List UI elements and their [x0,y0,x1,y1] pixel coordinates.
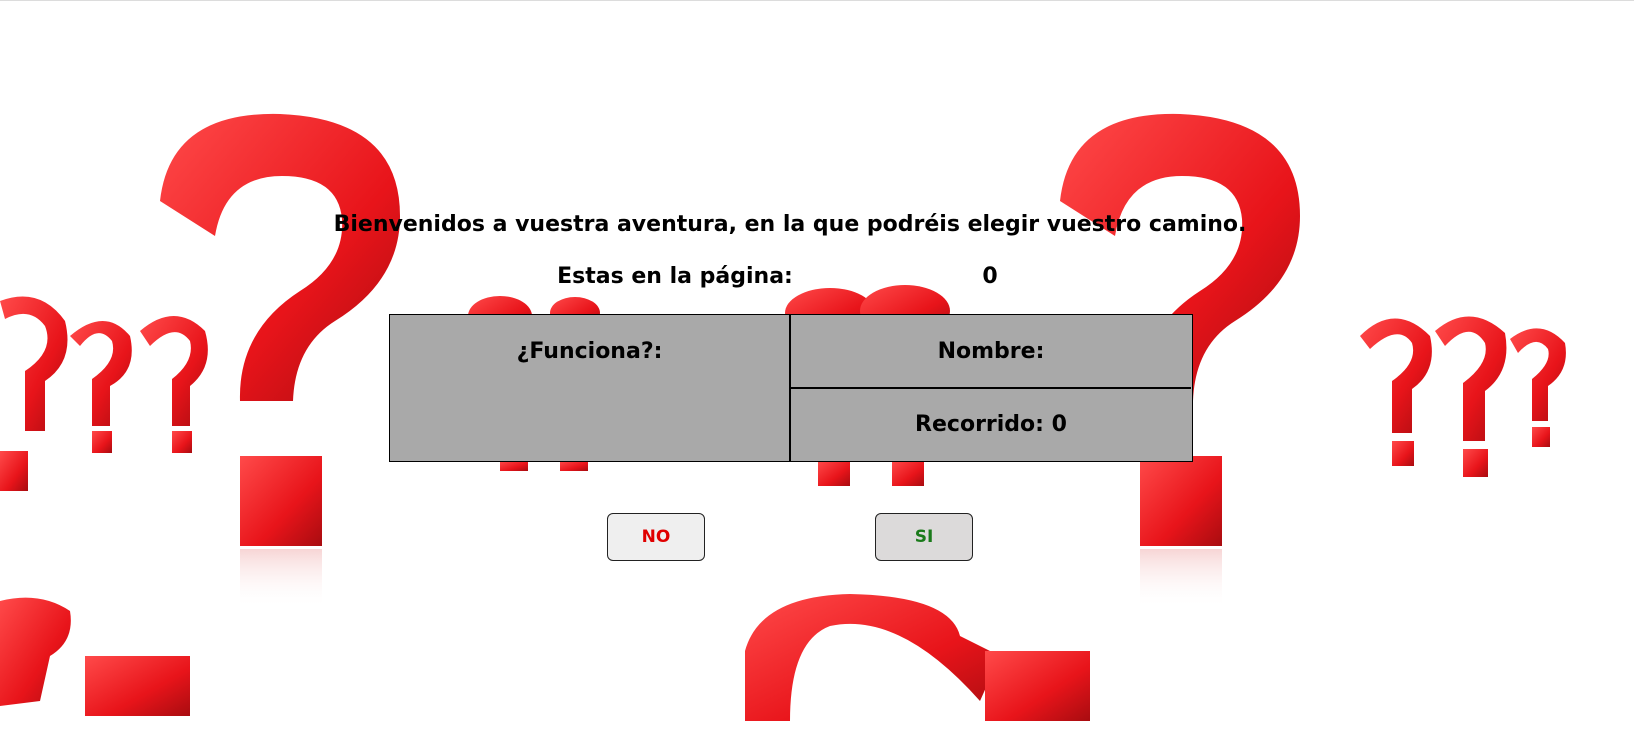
traveled-label: Recorrido: 0 [915,412,1067,437]
page-indicator-label: Estas en la página: [557,264,793,289]
info-panel: ¿Funciona?: Nombre: Recorrido: 0 [389,314,1193,462]
traveled-cell: Recorrido: 0 [791,389,1191,461]
page-indicator-value: 0 [982,264,998,289]
no-button[interactable]: NO [607,513,705,561]
works-cell: ¿Funciona?: [390,315,791,461]
name-cell: Nombre: [791,315,1191,389]
yes-button[interactable]: SI [875,513,973,561]
page: Bienvenidos a vuestra aventura, en la qu… [0,0,1634,749]
works-label: ¿Funciona?: [516,339,663,364]
name-label: Nombre: [937,339,1045,364]
welcome-title: Bienvenidos a vuestra aventura, en la qu… [333,212,1247,237]
